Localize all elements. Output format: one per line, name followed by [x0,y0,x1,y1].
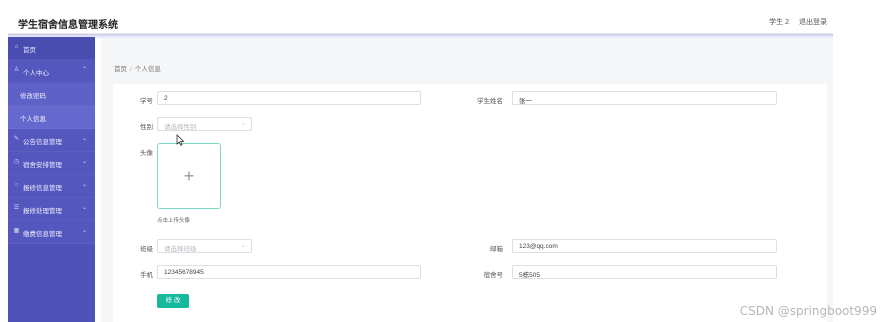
breadcrumb-current: 个人信息 [134,66,161,73]
chevron-down-icon: ⌄ [81,136,87,142]
breadcrumb-separator: / [130,66,132,73]
student-id-field[interactable]: 2 [157,91,421,105]
gender-label: 性别 [140,124,153,131]
sidebar-item-dorm-arrangement[interactable]: ◷ 宿舍安排管理 ⌄ [8,152,95,175]
avatar-label: 头像 [140,150,153,157]
dorm-field[interactable]: 5栋505 [512,265,777,279]
phone-field[interactable]: 12345678945 [157,265,421,279]
sidebar-item-label: 首页 [23,47,36,54]
chevron-down-icon: ⌄ [240,121,246,127]
current-user: 学生 2 [769,19,789,26]
sidebar-item-label: 个人中心 [23,70,49,77]
chevron-down-icon: ⌄ [81,159,87,165]
profile-form: 学号 2 学生姓名 张一 性别 请选择性别 ⌄ 头像 + 点击上传头像 班级 请… [113,84,827,322]
circle-icon: ○ [14,182,19,188]
gender-select[interactable]: 请选择性别 ⌄ [157,117,252,131]
sidebar-item-label: 修改密码 [20,93,46,100]
sidebar: ⌂ 首页 ♙ 个人中心 ⌃ 修改密码 个人信息 ✎ 公告信息管理 ⌄ ◷ 宿舍安… [8,37,95,322]
sidebar-item-label: 公告信息管理 [23,139,62,146]
sidebar-item-repair-handling[interactable]: ☰ 报修处理管理 ⌄ [8,198,95,221]
plus-icon: + [183,166,195,186]
watermark: CSDN @springboot999 [739,304,877,318]
sidebar-item-repair-info[interactable]: ○ 报修信息管理 ⌄ [8,175,95,198]
list-icon: ☰ [13,205,20,211]
sidebar-item-personal-info[interactable]: 个人信息 [8,106,95,129]
sidebar-item-label: 个人信息 [20,116,46,123]
clock-icon: ◷ [13,159,20,165]
email-label: 邮箱 [490,246,503,253]
class-placeholder: 请选择班级 [164,246,197,253]
app-title: 学生宿舍信息管理系统 [18,20,118,31]
sidebar-item-label: 宿舍安排管理 [23,162,62,169]
logout-link[interactable]: 退出登录 [799,17,827,27]
breadcrumb-home[interactable]: 首页 [114,66,127,73]
gender-placeholder: 请选择性别 [164,124,197,131]
sidebar-item-home[interactable]: ⌂ 首页 [8,37,95,60]
breadcrumb: 首页 / 个人信息 [114,63,161,73]
chevron-up-icon: ⌃ [81,67,87,73]
sidebar-item-notice[interactable]: ✎ 公告信息管理 ⌄ [8,129,95,152]
email-field[interactable]: 123@qq.com [512,239,777,253]
sidebar-item-label: 报修处理管理 [23,208,62,215]
avatar-tip: 点击上传头像 [157,218,191,224]
mouse-cursor-icon [176,134,185,146]
grid-icon: ▦ [13,228,20,234]
sidebar-item-personal-center[interactable]: ♙ 个人中心 ⌃ [8,60,95,83]
main-content: 首页 / 个人信息 学号 2 学生姓名 张一 性别 请选择性别 ⌄ 头像 + 点击上… [101,38,833,322]
home-icon: ⌂ [14,44,19,50]
chevron-down-icon: ⌄ [81,182,87,188]
avatar-uploader[interactable]: + [157,143,221,209]
student-id-label: 学号 [140,98,153,105]
class-select[interactable]: 请选择班级 ⌄ [157,239,252,253]
dorm-label: 宿舍号 [483,272,504,279]
sidebar-item-label: 报修信息管理 [23,185,62,192]
user-icon: ♙ [13,67,20,73]
submit-button[interactable]: 修 改 [157,294,189,308]
student-name-field[interactable]: 张一 [512,91,777,105]
sidebar-item-payment[interactable]: ▦ 缴费信息管理 ⌄ [8,221,95,244]
app-window: 学生宿舍信息管理系统 学生 2 退出登录 ⌂ 首页 ♙ 个人中心 ⌃ 修改密码 … [8,10,833,322]
sidebar-item-label: 缴费信息管理 [23,231,62,238]
chevron-down-icon: ⌄ [81,205,87,211]
phone-label: 手机 [140,272,153,279]
chevron-down-icon: ⌄ [240,243,246,249]
chevron-down-icon: ⌄ [81,228,87,234]
class-label: 班级 [140,246,153,253]
student-name-label: 学生姓名 [477,98,503,105]
top-header: 学生宿舍信息管理系统 学生 2 退出登录 [8,10,833,34]
notice-icon: ✎ [13,136,20,142]
sidebar-item-change-password[interactable]: 修改密码 [8,83,95,106]
